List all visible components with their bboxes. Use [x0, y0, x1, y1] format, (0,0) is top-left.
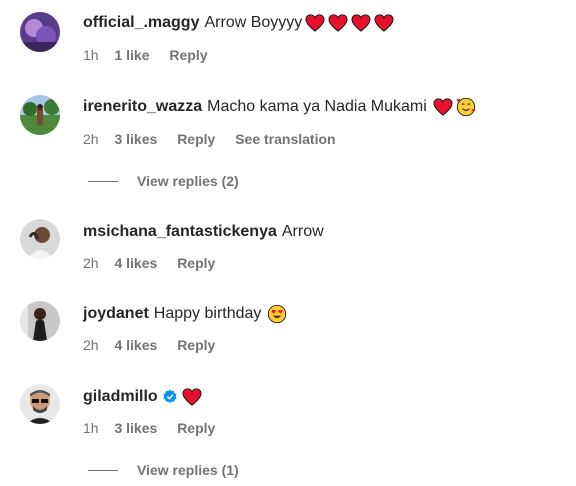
- avatar[interactable]: [20, 384, 60, 424]
- comment-timestamp: 2h: [83, 337, 99, 353]
- avatar[interactable]: [20, 95, 60, 135]
- comment-text: Macho kama ya Nadia Mukami: [207, 98, 427, 115]
- comment-username[interactable]: official_.maggy: [83, 13, 199, 33]
- likes-count[interactable]: 1 like: [114, 47, 149, 63]
- heart-icon: [374, 14, 394, 32]
- see-translation-button[interactable]: See translation: [235, 131, 335, 147]
- comment-text: Happy birthday: [153, 305, 262, 322]
- comment-text: Arrow Boyyyy: [204, 14, 303, 31]
- likes-count[interactable]: 3 likes: [114, 420, 157, 436]
- reply-button[interactable]: Reply: [177, 131, 215, 147]
- comment-username[interactable]: joydanet: [83, 304, 149, 324]
- comment-item: irenerito_wazza Macho kama ya Nadia Muka…: [0, 80, 576, 200]
- avatar[interactable]: [20, 219, 60, 259]
- comment-username[interactable]: msichana_fantastickenya: [83, 222, 277, 242]
- comment-text: Arrow: [281, 223, 324, 240]
- comment-timestamp: 1h: [83, 420, 99, 436]
- comment-item: msichana_fantastickenya Arrow 2h 4 likes…: [0, 200, 576, 282]
- heart-icon: [182, 388, 202, 406]
- comment-timestamp: 1h: [83, 47, 99, 63]
- likes-count[interactable]: 3 likes: [114, 131, 157, 147]
- heart-icon: [305, 14, 325, 32]
- view-replies-button[interactable]: View replies (1): [88, 461, 239, 479]
- comment-item: joydanet Happy birthday 2h 4 likes Reply: [0, 282, 576, 364]
- reply-button[interactable]: Reply: [169, 47, 207, 63]
- avatar[interactable]: [20, 12, 60, 52]
- view-replies-button[interactable]: View replies (2): [88, 172, 239, 190]
- heart-icon: [351, 14, 371, 32]
- comment-item: giladmillo 1h 3 likes Reply View replies…: [0, 364, 576, 486]
- verified-badge-icon: [162, 389, 178, 405]
- reply-button[interactable]: Reply: [177, 420, 215, 436]
- comment-timestamp: 2h: [83, 255, 99, 271]
- smiling-face-with-hearts-icon: [456, 97, 476, 117]
- replies-divider: [88, 180, 118, 182]
- comment-item: official_.maggy Arrow Boyyyy 1h 1 like R…: [0, 0, 576, 80]
- heart-eyes-icon: [267, 304, 287, 324]
- reply-button[interactable]: Reply: [177, 255, 215, 271]
- view-replies-label: View replies (1): [137, 462, 239, 478]
- reply-button[interactable]: Reply: [177, 337, 215, 353]
- comment-username[interactable]: irenerito_wazza: [83, 97, 202, 117]
- likes-count[interactable]: 4 likes: [114, 337, 157, 353]
- heart-icon: [328, 14, 348, 32]
- view-replies-label: View replies (2): [137, 173, 239, 189]
- avatar[interactable]: [20, 301, 60, 341]
- likes-count[interactable]: 4 likes: [114, 255, 157, 271]
- replies-divider: [88, 469, 118, 471]
- heart-icon: [433, 98, 453, 116]
- comment-timestamp: 2h: [83, 131, 99, 147]
- comment-username[interactable]: giladmillo: [83, 387, 158, 407]
